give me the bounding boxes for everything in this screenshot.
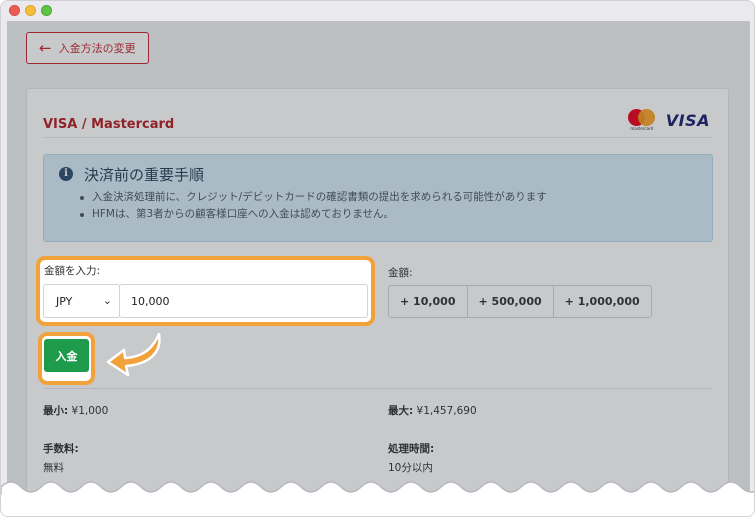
notice-item: HFMは、第3者からの顧客様口座への入金は認めておりません。	[80, 206, 547, 223]
card-title: VISA / Mastercard	[43, 117, 175, 132]
page-viewport: ← 入金方法の変更 VISA / Mastercard mastercard V…	[7, 21, 750, 516]
info-icon: i	[59, 167, 73, 181]
change-deposit-method-button[interactable]: ← 入金方法の変更	[26, 32, 149, 64]
deposit-button[interactable]: 入金	[44, 339, 89, 372]
quick-amount-label: 金額:	[388, 267, 413, 279]
max-label: 最大:	[388, 405, 414, 417]
mastercard-logo-text: mastercard	[630, 126, 654, 131]
deposit-button-highlight: 入金	[38, 332, 95, 385]
processing-time-label: 処理時間:	[388, 443, 435, 455]
card-header-divider	[43, 137, 712, 138]
minimize-window-icon[interactable]	[25, 5, 36, 16]
notice-item: 入金決済処理前に、クレジット/デビットカードの確認書類の提出を求められる可能性が…	[80, 189, 547, 206]
pointer-arrow-icon	[106, 332, 161, 377]
fee-value: 無料	[43, 462, 64, 474]
amount-input[interactable]: 10,000	[119, 284, 368, 318]
limits-divider	[43, 388, 712, 389]
visa-logo-icon: VISA	[665, 110, 710, 130]
chevron-down-icon: ⌄	[102, 294, 112, 307]
back-button-label: 入金方法の変更	[58, 42, 136, 55]
mastercard-logo-icon: mastercard	[626, 109, 658, 131]
max-value: ¥1,457,690	[416, 405, 477, 417]
quick-amount-buttons: + 10,000 + 500,000 + 1,000,000	[388, 285, 652, 318]
browser-window: ← 入金方法の変更 VISA / Mastercard mastercard V…	[0, 0, 755, 517]
min-amount: 最小: ¥1,000	[43, 403, 108, 418]
quick-add-500000-button[interactable]: + 500,000	[468, 286, 554, 317]
close-window-icon[interactable]	[9, 5, 20, 16]
processing-time-value: 10分以内	[388, 462, 433, 474]
maximize-window-icon[interactable]	[41, 5, 52, 16]
card-brands: mastercard VISA	[626, 109, 710, 131]
currency-select[interactable]: JPY ⌄	[43, 284, 120, 318]
amount-entry-highlight: 金額を入力: JPY ⌄ 10,000	[36, 256, 375, 326]
max-amount: 最大: ¥1,457,690	[388, 403, 477, 418]
amount-value: 10,000	[131, 294, 170, 308]
fee-info: 手数料: 無料	[43, 441, 79, 475]
processing-time-info: 処理時間: 10分以内	[388, 441, 434, 475]
window-titlebar	[1, 1, 754, 21]
important-notice: i 決済前の重要手順 入金決済処理前に、クレジット/デビットカードの確認書類の提…	[43, 154, 713, 242]
quick-add-1000000-button[interactable]: + 1,000,000	[554, 286, 651, 317]
currency-value: JPY	[56, 294, 73, 308]
notice-title: 決済前の重要手順	[84, 166, 205, 184]
arrow-left-icon: ←	[39, 38, 52, 57]
min-value: ¥1,000	[71, 405, 109, 417]
fee-label: 手数料:	[43, 443, 79, 455]
amount-label: 金額を入力:	[44, 265, 101, 277]
torn-edge-decoration	[1, 481, 754, 516]
quick-add-10000-button[interactable]: + 10,000	[389, 286, 468, 317]
min-label: 最小:	[43, 405, 69, 417]
notice-list: 入金決済処理前に、クレジット/デビットカードの確認書類の提出を求められる可能性が…	[80, 189, 547, 223]
